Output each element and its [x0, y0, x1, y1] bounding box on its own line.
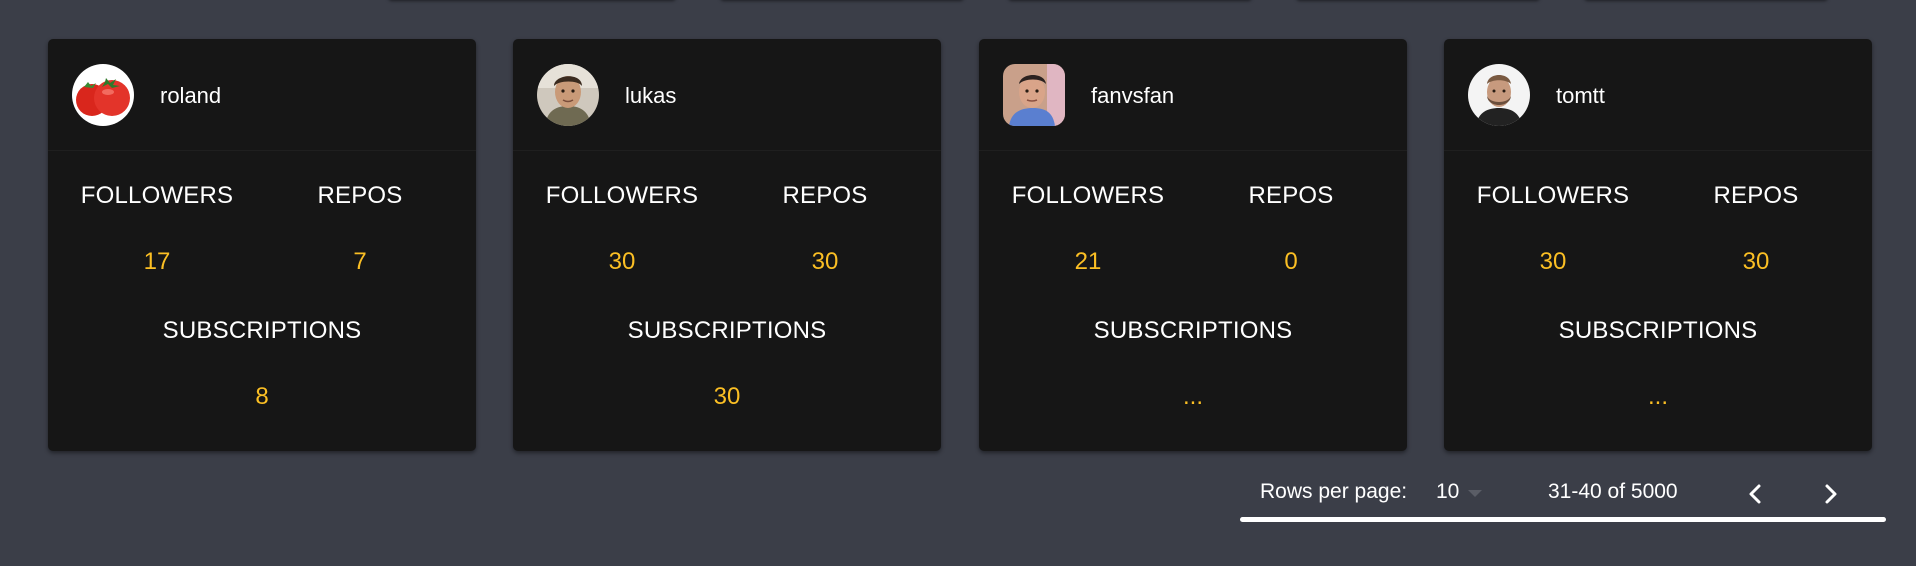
card-header: lukas: [513, 39, 941, 151]
previous-page-button[interactable]: [1736, 474, 1776, 514]
person-avatar-icon: [1003, 64, 1065, 126]
subscriptions-label: SUBSCRIPTIONS: [1093, 317, 1293, 344]
card-header: fanvsfan: [979, 39, 1407, 151]
followers-count: 30: [1539, 248, 1567, 275]
next-page-button[interactable]: [1810, 474, 1850, 514]
followers-label: FOLLOWERS: [545, 182, 699, 209]
avatar: [1468, 64, 1530, 126]
subscriptions-label: SUBSCRIPTIONS: [627, 317, 827, 344]
tomato-avatar-icon: [72, 64, 134, 126]
rows-per-page-label: Rows per page:: [1260, 480, 1408, 503]
followers-label: FOLLOWERS: [1476, 182, 1630, 209]
subscriptions-count: ...: [1647, 383, 1668, 410]
repos-label: REPOS: [1713, 182, 1799, 209]
rows-per-page-value[interactable]: 10: [1436, 480, 1459, 504]
followers-label: FOLLOWERS: [1011, 182, 1165, 209]
subscriptions-count: 30: [713, 383, 741, 410]
person-avatar-icon: [1468, 64, 1530, 126]
repos-count: 7: [353, 248, 367, 275]
user-card-fanvsfan[interactable]: fanvsfan FOLLOWERS REPOS 21 0 SUBSCRIPTI…: [979, 39, 1407, 451]
rows-per-page-select[interactable]: 10: [1436, 476, 1496, 510]
repos-count: 30: [811, 248, 839, 275]
username[interactable]: fanvsfan: [1091, 83, 1174, 109]
caret-down-icon[interactable]: [1468, 490, 1482, 497]
repos-label: REPOS: [1248, 182, 1334, 209]
repos-label: REPOS: [317, 182, 403, 209]
chevron-right-icon[interactable]: [1810, 474, 1850, 514]
chevron-left-icon[interactable]: [1736, 474, 1776, 514]
followers-count: 21: [1074, 248, 1102, 275]
user-card-lukas[interactable]: lukas FOLLOWERS REPOS 30 30 SUBSCRIPTION…: [513, 39, 941, 451]
followers-count: 30: [608, 248, 636, 275]
card-header: tomtt: [1444, 39, 1872, 151]
subscriptions-label: SUBSCRIPTIONS: [162, 317, 362, 344]
username[interactable]: lukas: [625, 83, 676, 109]
page-range: 31-40 of 5000: [1548, 480, 1678, 503]
horizontal-scrollbar[interactable]: [1240, 517, 1886, 522]
avatar: [537, 64, 599, 126]
subscriptions-count: ...: [1182, 383, 1203, 410]
repos-count: 30: [1742, 248, 1770, 275]
username[interactable]: tomtt: [1556, 83, 1605, 109]
user-card-tomtt[interactable]: tomtt FOLLOWERS REPOS 30 30 SUBSCRIPTION…: [1444, 39, 1872, 451]
followers-count: 17: [143, 248, 171, 275]
person-avatar-icon: [537, 64, 599, 126]
repos-label: REPOS: [782, 182, 868, 209]
subscriptions-count: 8: [255, 383, 269, 410]
avatar: [1003, 64, 1065, 126]
username[interactable]: roland: [160, 83, 221, 109]
card-header: roland: [48, 39, 476, 151]
pagination: Rows per page: 10 31-40 of 5000: [1240, 470, 1886, 520]
followers-label: FOLLOWERS: [80, 182, 234, 209]
subscriptions-label: SUBSCRIPTIONS: [1558, 317, 1758, 344]
avatar: [72, 64, 134, 126]
repos-count: 0: [1284, 248, 1298, 275]
user-card-roland[interactable]: roland FOLLOWERS REPOS 17 7 SUBSCRIPTION…: [48, 39, 476, 451]
